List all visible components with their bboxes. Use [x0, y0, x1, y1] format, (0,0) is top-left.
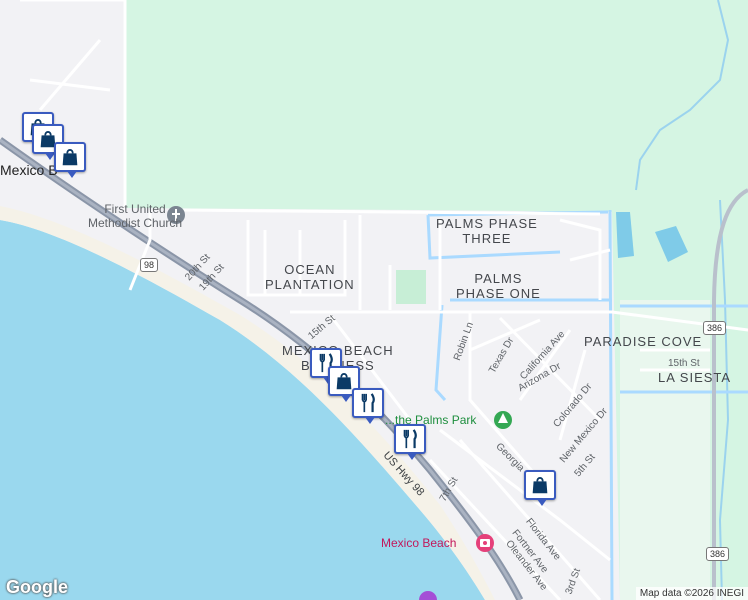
- street-15th-east: 15th St: [668, 358, 700, 369]
- paradise-cove-label: PARADISE COVE: [584, 334, 703, 349]
- shopping-bag-icon: [62, 148, 78, 166]
- restaurant-marker[interactable]: [394, 424, 426, 460]
- palms-phase-three-label: PALMS PHASE THREE: [436, 216, 538, 246]
- shopping-bag-icon: [532, 476, 548, 494]
- shopping-marker[interactable]: [524, 470, 556, 506]
- ocean-plantation-label: OCEAN PLANTATION: [265, 262, 355, 292]
- restaurant-marker[interactable]: [352, 388, 384, 424]
- mexico-beach-poi-label[interactable]: Mexico Beach: [381, 536, 456, 550]
- fork-knife-icon: [403, 429, 417, 449]
- google-logo: Google: [6, 577, 68, 597]
- church-label[interactable]: First United Methodist Church: [88, 202, 182, 230]
- fork-knife-icon: [361, 393, 375, 413]
- map-canvas[interactable]: [0, 0, 748, 600]
- route-98-shield: 98: [140, 258, 159, 272]
- shopping-marker[interactable]: [54, 142, 86, 178]
- town-label: Mexico B: [0, 162, 58, 178]
- la-siesta-label: LA SIESTA: [658, 370, 732, 385]
- route-386-shield-bottom: 386: [706, 547, 730, 561]
- map-attribution[interactable]: Map data ©2026 INEGI: [635, 587, 748, 600]
- palms-phase-one-label: PALMS PHASE ONE: [456, 271, 541, 301]
- route-386-shield-top: 386: [703, 321, 727, 335]
